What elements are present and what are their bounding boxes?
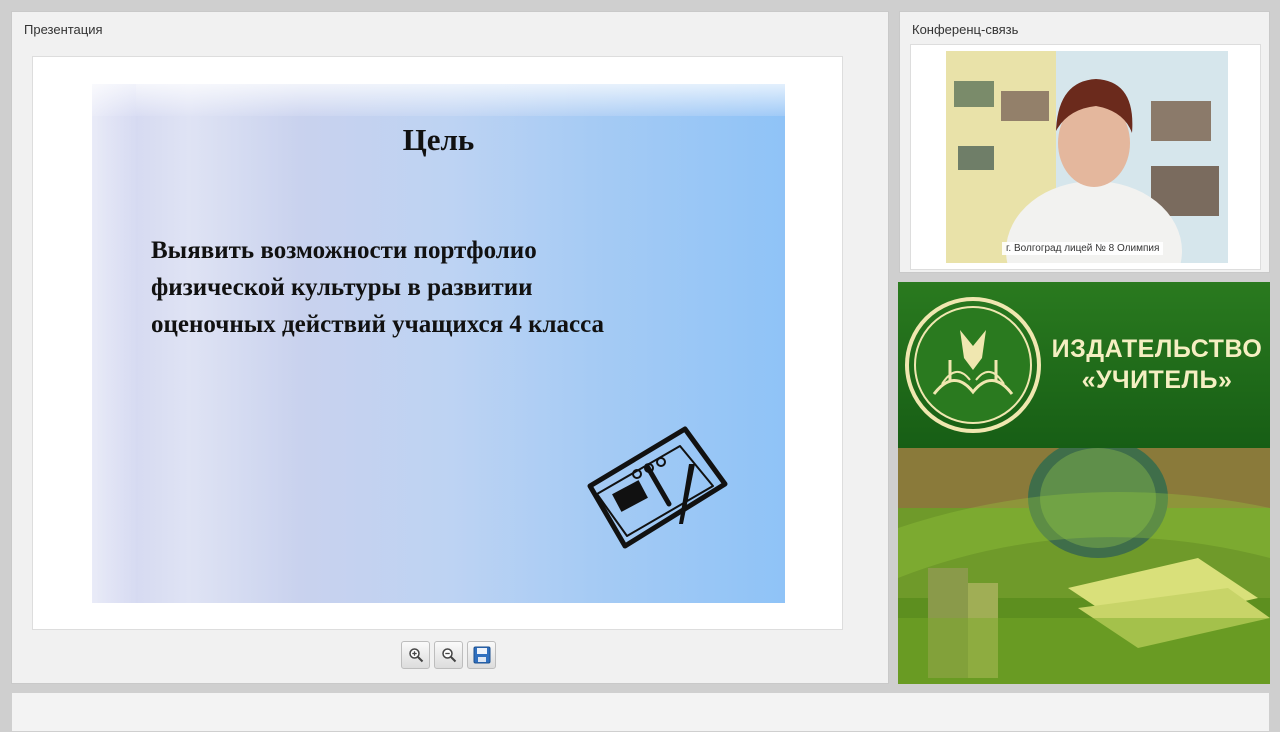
video-frame: г. Волгоград лицей № 8 Олимпия (910, 44, 1261, 270)
zoom-out-icon (441, 648, 456, 663)
slide-heading: Цель (402, 122, 475, 157)
banner-image (898, 438, 1270, 684)
conference-panel-title: Конференц-связь (912, 22, 1019, 37)
presentation-panel-title: Презентация (24, 22, 103, 37)
slide-decor-top (92, 84, 785, 116)
slide: Цель Выявить возможности портфолио физич… (92, 84, 785, 603)
slide-body-line: Выявить возможности портфолио (151, 237, 537, 264)
save-button[interactable] (467, 641, 496, 669)
slide-body-line: оценочных действий учащихся 4 класса (151, 311, 605, 338)
slide-body-line: физической культуры в развитии (151, 274, 533, 301)
zoom-in-button[interactable] (401, 641, 430, 669)
bottom-panel (11, 692, 1270, 732)
conference-panel: Конференц-связь г. Волгоград лицей № 8 О… (899, 11, 1270, 273)
publisher-logo-icon (905, 297, 1041, 433)
publisher-banner[interactable]: ИЗДАТЕЛЬСТВО «УЧИТЕЛЬ» (898, 282, 1270, 684)
banner-header: ИЗДАТЕЛЬСТВО «УЧИТЕЛЬ» (898, 282, 1270, 448)
video-feed[interactable]: г. Волгоград лицей № 8 Олимпия (946, 51, 1228, 263)
slide-toolbar (401, 641, 496, 671)
zoom-out-button[interactable] (434, 641, 463, 669)
banner-title-line: «УЧИТЕЛЬ» (1081, 366, 1233, 394)
save-icon (473, 646, 490, 664)
slide-frame: Цель Выявить возможности портфолио физич… (32, 56, 843, 630)
slide-decor-left (92, 84, 136, 603)
video-scene (946, 51, 1228, 263)
banner-title: ИЗДАТЕЛЬСТВО «УЧИТЕЛЬ» (1048, 334, 1266, 396)
banner-title-line: ИЗДАТЕЛЬСТВО (1051, 335, 1263, 363)
video-caption: г. Волгоград лицей № 8 Олимпия (1002, 242, 1164, 255)
slide-body: Выявить возможности портфолио физической… (151, 232, 751, 343)
notebook-icon (587, 426, 728, 549)
presentation-panel: Презентация Цель Выявить возможности пор… (11, 11, 889, 684)
books-globe-image (898, 438, 1270, 684)
zoom-in-icon (408, 648, 423, 663)
